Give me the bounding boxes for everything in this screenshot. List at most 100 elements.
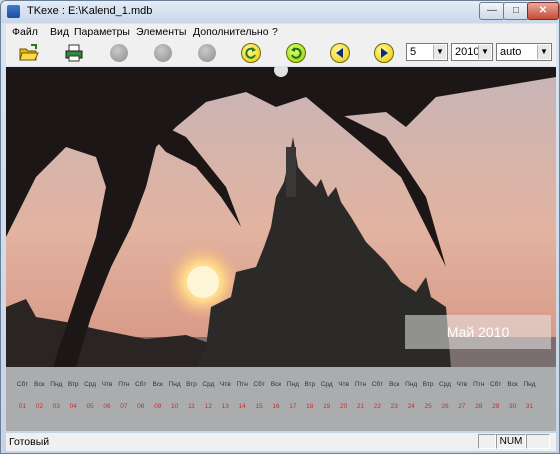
calendar-day-name: Сбт: [489, 381, 502, 388]
window-title: TKexe : E:\Kalend_1.mdb: [27, 5, 153, 17]
calendar-day-number[interactable]: 29: [487, 403, 504, 410]
calendar-day-name: Птн: [473, 381, 485, 388]
chevron-down-icon[interactable]: ▼: [433, 45, 446, 59]
status-text: Готовый: [9, 436, 50, 448]
open-folder-icon[interactable]: [19, 43, 39, 63]
calendar-day-number[interactable]: 20: [335, 403, 352, 410]
calendar-day-number[interactable]: 17: [284, 403, 301, 410]
calendar-day-number[interactable]: 24: [403, 403, 420, 410]
calendar-day-name: Пнд: [523, 381, 536, 388]
menu-additional[interactable]: Дополнительно: [193, 26, 269, 38]
calendar-day-name: Срд: [439, 381, 451, 388]
calendar-day-number[interactable]: 09: [149, 403, 166, 410]
menu-file[interactable]: Файл: [12, 26, 38, 38]
calendar-day-number[interactable]: 27: [453, 403, 470, 410]
calendar-day-number[interactable]: 18: [301, 403, 318, 410]
toolbar: 5 ▼ 2010 ▼ auto ▼: [6, 40, 556, 66]
calendar-day-number[interactable]: 05: [82, 403, 99, 410]
calendar-day-name: Чтв: [101, 381, 113, 388]
day-select[interactable]: 5 ▼: [406, 43, 448, 61]
calendar-day-number[interactable]: 23: [386, 403, 403, 410]
calendar-day-name: Пнд: [50, 381, 63, 388]
mode-select-value: auto: [500, 46, 522, 58]
calendar-day-number[interactable]: 08: [132, 403, 149, 410]
rotate-right-icon[interactable]: [286, 43, 306, 63]
gray-dot-icon[interactable]: [154, 44, 172, 62]
menu-view[interactable]: Вид: [50, 26, 69, 38]
minimize-button[interactable]: —: [479, 2, 505, 20]
calendar-day-number[interactable]: 02: [31, 403, 48, 410]
status-bar: Готовый NUM: [6, 433, 556, 451]
calendar-day-number[interactable]: 01: [14, 403, 31, 410]
calendar-day-name: Втр: [304, 381, 316, 388]
calendar-day-number[interactable]: 07: [115, 403, 132, 410]
menu-elements[interactable]: Элементы: [136, 26, 186, 38]
calendar-day-name: Чтв: [219, 381, 231, 388]
status-panel-empty: [478, 434, 496, 449]
calendar-day-number[interactable]: 31: [521, 403, 538, 410]
close-button[interactable]: ✕: [527, 2, 559, 20]
title-bar: TKexe : E:\Kalend_1.mdb — □ ✕: [1, 1, 559, 23]
calendar-day-number[interactable]: 11: [183, 403, 200, 410]
calendar-day-name: Птн: [236, 381, 248, 388]
calendar-day-name: Вск: [34, 381, 45, 388]
calendar-day-name: Вск: [389, 381, 400, 388]
calendar-day-name: Сбт: [135, 381, 147, 388]
calendar-day-name: Срд: [84, 381, 97, 388]
calendar-strip: Сбт Вск Пнд Втр Срд Чтв Птн Сбт Вск Пнд Втр Срд Чтв П…: [6, 367, 556, 431]
calendar-day-number[interactable]: 21: [352, 403, 369, 410]
year-select-value: 2010: [455, 46, 480, 58]
calendar-day-name: Срд: [320, 381, 333, 388]
prev-arrow-icon[interactable]: [330, 43, 350, 63]
chevron-down-icon[interactable]: ▼: [537, 45, 550, 59]
calendar-day-name: Птн: [118, 381, 130, 388]
calendar-day-name: Вск: [152, 381, 163, 388]
calendar-day-name: Втр: [186, 381, 197, 388]
calendar-day-number[interactable]: 28: [470, 403, 487, 410]
app-icon: [7, 5, 20, 18]
calendar-day-number[interactable]: 03: [48, 403, 65, 410]
calendar-day-number[interactable]: 12: [200, 403, 217, 410]
calendar-day-name: Чтв: [456, 381, 468, 388]
calendar-day-name: Птн: [354, 381, 367, 388]
calendar-day-name: Пнд: [405, 381, 418, 388]
calendar-day-number[interactable]: 19: [318, 403, 335, 410]
calendar-day-name: Вск: [270, 381, 282, 388]
rotate-left-icon[interactable]: [241, 43, 261, 63]
app-window: TKexe : E:\Kalend_1.mdb — □ ✕ Файл Вид П…: [0, 0, 560, 454]
calendar-day-number[interactable]: 15: [251, 403, 268, 410]
calendar-day-name: Пнд: [286, 381, 299, 388]
status-panel-empty: [526, 434, 550, 449]
calendar-day-number[interactable]: 06: [99, 403, 116, 410]
menu-help[interactable]: ?: [272, 26, 278, 38]
calendar-day-name: Сбт: [371, 381, 384, 388]
calendar-day-number[interactable]: 14: [234, 403, 251, 410]
calendar-day-name: Срд: [202, 381, 215, 388]
menu-bar: Файл Вид Параметры Элементы Дополнительн…: [6, 24, 556, 40]
calendar-day-name: Втр: [422, 381, 434, 388]
calendar-day-number[interactable]: 16: [268, 403, 285, 410]
calendar-day-number[interactable]: 13: [217, 403, 234, 410]
mode-select[interactable]: auto ▼: [496, 43, 552, 61]
num-lock-indicator: NUM: [496, 434, 526, 449]
calendar-day-number[interactable]: 10: [166, 403, 183, 410]
calendar-day-number[interactable]: 25: [420, 403, 437, 410]
gray-dot-icon[interactable]: [110, 44, 128, 62]
print-icon[interactable]: [64, 43, 84, 63]
year-select[interactable]: 2010 ▼: [451, 43, 493, 61]
chevron-down-icon[interactable]: ▼: [478, 45, 491, 59]
next-arrow-icon[interactable]: [374, 43, 394, 63]
gray-dot-icon[interactable]: [198, 44, 216, 62]
calendar-day-number[interactable]: 30: [504, 403, 521, 410]
maximize-button[interactable]: □: [503, 2, 529, 20]
calendar-day-name: Втр: [67, 381, 79, 388]
calendar-day-name: Сбт: [253, 381, 265, 388]
calendar-day-number[interactable]: 04: [65, 403, 82, 410]
calendar-day-name: Чтв: [338, 381, 349, 388]
calendar-day-name: Вск: [507, 381, 518, 388]
menu-parameters[interactable]: Параметры: [74, 26, 130, 38]
month-label: Май 2010: [405, 315, 551, 349]
calendar-day-number[interactable]: 26: [437, 403, 454, 410]
calendar-day-number[interactable]: 22: [369, 403, 386, 410]
calendar-photo: Май 2010 Сбт Вск Пнд Втр Срд Чтв Птн Сбт Вск Пнд В…: [6, 67, 556, 431]
